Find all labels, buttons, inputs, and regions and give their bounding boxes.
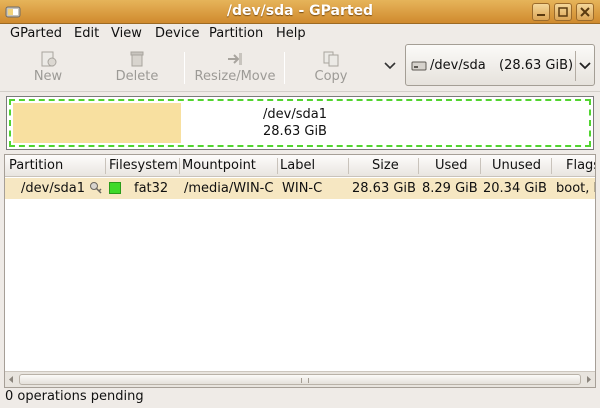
- chevron-down-icon: [579, 62, 591, 70]
- menu-device[interactable]: Device: [155, 26, 199, 41]
- cell-used: 8.29 GiB: [422, 181, 478, 196]
- resize-icon: [228, 53, 242, 65]
- column-divider[interactable]: [277, 158, 278, 174]
- col-flags[interactable]: Flags: [566, 155, 595, 177]
- toolbar-overflow-icon[interactable]: [384, 62, 396, 70]
- toolbar-separator: [284, 52, 285, 84]
- menu-gparted[interactable]: GParted: [10, 26, 62, 41]
- column-divider[interactable]: [179, 158, 180, 174]
- toolbar-separator: [184, 52, 185, 84]
- harddisk-icon: [411, 61, 427, 71]
- scroll-left-icon[interactable]: [8, 375, 14, 384]
- disk-graph[interactable]: [6, 96, 594, 150]
- new-button[interactable]: New: [20, 46, 76, 88]
- device-name: /dev/sda: [430, 58, 486, 73]
- delete-button[interactable]: Delete: [106, 46, 168, 88]
- menu-partition[interactable]: Partition: [209, 26, 263, 41]
- status-text: 0 operations pending: [5, 389, 144, 404]
- menu-bar: GParted Edit View Device Partition Help: [0, 24, 600, 44]
- scrollbar-thumb[interactable]: [19, 374, 581, 385]
- cell-mountpoint: /media/WIN-C: [184, 181, 274, 196]
- device-capacity: (28.63 GiB): [499, 58, 574, 73]
- cell-flags: boot, l: [556, 181, 596, 196]
- partition-visual-name: /dev/sda1: [263, 107, 327, 122]
- col-unused[interactable]: Unused: [492, 155, 541, 177]
- copy-icon: [323, 51, 339, 67]
- column-divider[interactable]: [105, 158, 106, 174]
- trash-icon: [130, 51, 144, 67]
- minimize-button[interactable]: [532, 3, 550, 21]
- key-icon: [90, 182, 102, 194]
- device-selector[interactable]: /dev/sda (28.63 GiB): [405, 44, 595, 86]
- maximize-button[interactable]: [554, 3, 572, 21]
- status-bar: 0 operations pending: [0, 388, 600, 408]
- partition-visual-size: 28.63 GiB: [263, 124, 327, 139]
- table-header: Partition Filesystem Mountpoint Label Si…: [5, 155, 595, 177]
- column-divider[interactable]: [480, 158, 481, 174]
- delete-label: Delete: [115, 69, 159, 84]
- new-label: New: [33, 69, 63, 84]
- col-label[interactable]: Label: [280, 155, 315, 177]
- cell-size: 28.63 GiB: [352, 181, 416, 196]
- col-size[interactable]: Size: [372, 155, 399, 177]
- col-mountpoint[interactable]: Mountpoint: [182, 155, 256, 177]
- column-divider[interactable]: [551, 158, 552, 174]
- resize-move-label: Resize/Move: [194, 69, 276, 84]
- window-title: /dev/sda - GParted: [226, 3, 374, 19]
- scroll-right-icon[interactable]: [586, 375, 592, 384]
- menu-edit[interactable]: Edit: [74, 26, 99, 41]
- close-button[interactable]: [576, 3, 594, 21]
- menu-view[interactable]: View: [111, 26, 142, 41]
- partition-table: Partition Filesystem Mountpoint Label Si…: [4, 154, 596, 388]
- cell-filesystem: fat32: [134, 181, 169, 196]
- cell-unused: 20.34 GiB: [483, 181, 547, 196]
- resize-move-button[interactable]: Resize/Move: [192, 46, 278, 88]
- copy-label: Copy: [314, 69, 348, 84]
- copy-button[interactable]: Copy: [300, 46, 362, 88]
- cell-partition: /dev/sda1: [21, 181, 85, 196]
- horizontal-scrollbar[interactable]: [5, 371, 595, 387]
- cell-label: WIN-C: [282, 181, 323, 196]
- col-used[interactable]: Used: [435, 155, 468, 177]
- combo-divider: [575, 51, 576, 81]
- table-row[interactable]: /dev/sda1 fat32 /media/WIN-C WIN-C 28.63…: [5, 178, 596, 199]
- filesystem-color-swatch: [109, 182, 121, 194]
- column-divider[interactable]: [348, 158, 349, 174]
- menu-help[interactable]: Help: [276, 26, 306, 41]
- col-partition[interactable]: Partition: [9, 155, 63, 177]
- col-filesystem[interactable]: Filesystem: [109, 155, 178, 177]
- new-icon: [41, 51, 57, 67]
- grip-icon: [301, 378, 309, 383]
- title-bar[interactable]: /dev/sda - GParted: [0, 0, 600, 24]
- column-divider[interactable]: [418, 158, 419, 174]
